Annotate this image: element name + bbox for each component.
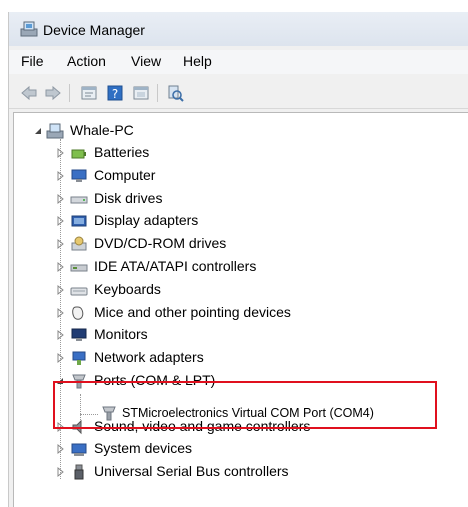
tree-item-display-adapters[interactable]: Display adapters [14,211,468,233]
help-icon[interactable]: ? [105,83,125,103]
tree-item-ports-com-lpt[interactable]: Ports (COM & LPT) [14,371,468,393]
device-tree: Whale-PC Batteries Computer Disk drives Dis… [13,112,468,507]
tree-item-computer[interactable]: Computer [14,166,468,188]
tree-item-stmicro-com-port[interactable]: STMicroelectronics Virtual COM Port (COM… [14,403,468,425]
disk-drive-icon [70,196,88,204]
menu-view[interactable]: View [129,53,163,69]
expand-arrow-icon[interactable] [54,466,66,478]
tree-item-label: Network adapters [94,349,204,366]
tree-item-label: Computer [94,166,156,183]
battery-icon [71,149,86,159]
tree-item-label: Universal Serial Bus controllers [94,463,289,480]
properties-icon[interactable] [79,83,99,103]
expand-arrow-icon[interactable] [54,329,66,341]
expand-arrow-icon[interactable] [54,352,66,364]
tree-item-label: System devices [94,440,193,457]
port-icon [72,374,86,389]
dvd-drive-icon [71,236,87,251]
tree-item-monitors[interactable]: Monitors [14,325,468,347]
tree-item-mice-and-other-pointing-devices[interactable]: Mice and other pointing devices [14,303,468,325]
tree-item-network-adapters[interactable]: Network adapters [14,348,468,370]
tree-item-disk-drives[interactable]: Disk drives [14,189,468,211]
scan-hardware-icon[interactable] [165,83,185,103]
update-driver-icon[interactable] [131,83,151,103]
tree-item-system-devices[interactable]: System devices [14,439,468,461]
device-manager-window: Device Manager File Action View Help ? W… [8,12,468,507]
network-adapter-icon [72,351,86,366]
keyboard-icon [70,287,88,296]
tree-item-universal-serial-bus-controllers[interactable]: Universal Serial Bus controllers [14,462,468,484]
tree-item-label: Batteries [94,144,150,160]
device-manager-icon [20,21,38,37]
tree-item-label: Keyboards [94,280,161,297]
expand-arrow-icon[interactable] [54,215,66,227]
computer-icon [46,123,64,139]
menu-action[interactable]: Action [65,53,108,69]
collapse-arrow-icon[interactable] [32,125,44,137]
forward-arrow-icon[interactable] [43,83,63,103]
menu-file[interactable]: File [19,53,46,69]
collapse-arrow-icon[interactable] [54,375,66,387]
expand-arrow-icon[interactable] [54,147,66,159]
port-icon [102,406,116,421]
window-title: Device Manager [43,22,145,38]
toolbar: ? [9,78,468,109]
tree-item-dvd-cd-rom-drives[interactable]: DVD/CD-ROM drives [14,234,468,256]
expand-arrow-icon[interactable] [54,443,66,455]
expand-arrow-icon[interactable] [54,307,66,319]
tree-item-label: Mice and other pointing devices [94,303,291,320]
tree-item-label: STMicroelectronics Virtual COM Port (COM… [122,406,374,420]
system-device-icon [71,443,87,457]
tree-root[interactable]: Whale-PC [14,121,468,143]
mouse-icon [72,306,84,320]
svg-text:?: ? [112,87,118,101]
toolbar-separator [157,84,158,102]
expand-arrow-icon[interactable] [54,193,66,205]
tree-item-label: Ports (COM & LPT) [94,372,216,388]
menu-help[interactable]: Help [181,53,214,69]
usb-icon [74,464,84,480]
tree-item-label: IDE ATA/ATAPI controllers [94,258,257,274]
computer-monitor-icon [71,169,87,182]
back-arrow-icon[interactable] [19,83,39,103]
title-bar: Device Manager [9,12,468,46]
expand-arrow-icon[interactable] [54,170,66,182]
tree-item-keyboards[interactable]: Keyboards [14,280,468,302]
menu-bar: File Action View Help [9,50,468,74]
tree-item-label: Monitors [94,326,148,343]
expand-arrow-icon[interactable] [54,261,66,273]
tree-item-label: DVD/CD-ROM drives [94,235,227,252]
tree-item-batteries[interactable]: Batteries [14,143,468,165]
tree-item-label: Disk drives [94,189,163,206]
tree-root-label: Whale-PC [70,122,134,138]
expand-arrow-icon[interactable] [54,284,66,296]
display-adapter-icon [71,215,87,227]
tree-item-label: Display adapters [94,212,199,229]
toolbar-separator [69,84,70,102]
ide-controller-icon [70,264,88,272]
monitor-icon [71,328,87,342]
tree-item-ide-ata-atapi-controllers[interactable]: IDE ATA/ATAPI controllers [14,257,468,279]
expand-arrow-icon[interactable] [54,238,66,250]
